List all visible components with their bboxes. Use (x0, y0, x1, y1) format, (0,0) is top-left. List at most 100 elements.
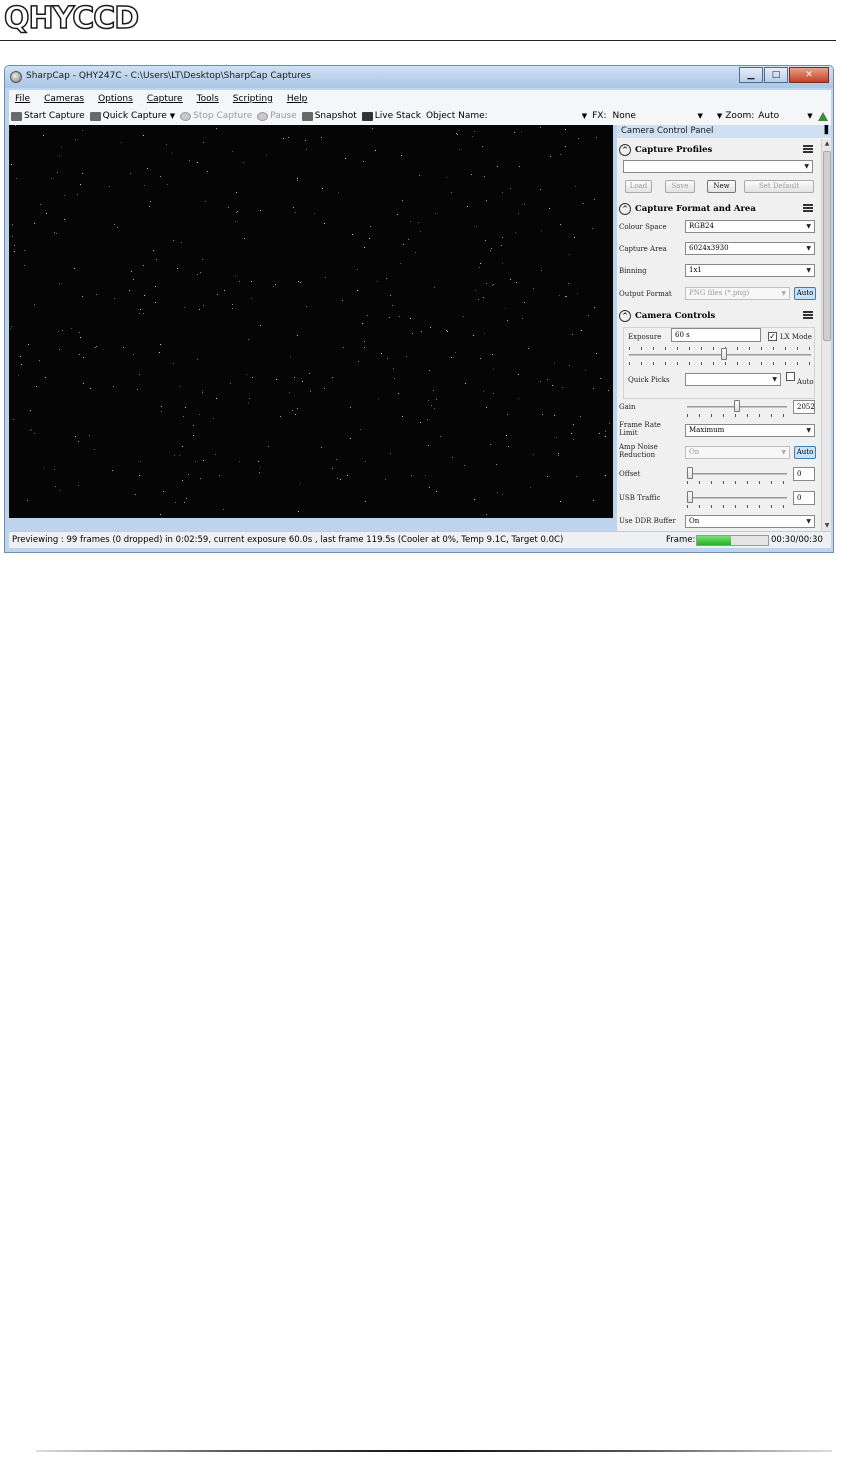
ddr-buffer-select[interactable]: On (685, 515, 815, 528)
exposure-input[interactable]: 60 s (671, 328, 761, 342)
output-format-auto-button[interactable]: Auto (794, 287, 816, 300)
star-point (459, 149, 460, 150)
quick-picks-auto-checkbox[interactable] (786, 372, 795, 381)
zoom-select[interactable]: Auto (758, 111, 804, 121)
close-button[interactable]: ✕ (789, 67, 829, 83)
camera-controls-header[interactable]: ^ Camera Controls (619, 308, 815, 324)
chevron-down-icon[interactable]: ▼ (807, 112, 812, 120)
star-point (139, 374, 140, 375)
star-point (594, 307, 595, 308)
menu-icon[interactable] (803, 204, 813, 212)
amp-noise-auto-button[interactable]: Auto (794, 446, 816, 459)
offset-input[interactable]: 0 (793, 467, 815, 481)
amp-noise-select[interactable]: On (685, 446, 790, 459)
histogram-icon[interactable] (817, 111, 828, 121)
image-preview[interactable] (9, 125, 613, 518)
menu-tools[interactable]: Tools (197, 94, 219, 104)
star-point (197, 162, 198, 163)
menu-cameras[interactable]: Cameras (44, 94, 84, 104)
star-point (556, 437, 557, 438)
output-format-select[interactable]: PNG files (*.png) (685, 287, 790, 300)
collapse-icon[interactable]: ^ (619, 310, 631, 322)
panel-scrollbar[interactable]: ▲ ▼ (821, 139, 831, 531)
usb-traffic-input[interactable]: 0 (793, 491, 815, 505)
menu-file[interactable]: File (15, 94, 30, 104)
capture-profiles-title: Capture Profiles (635, 145, 713, 155)
minimize-button[interactable]: ▁ (739, 67, 763, 83)
capture-area-select[interactable]: 6024x3930 (685, 242, 815, 255)
pause-button[interactable]: Pause (257, 111, 297, 121)
star-point (565, 129, 566, 130)
offset-slider-track[interactable] (687, 473, 787, 475)
colour-space-select[interactable]: RGB24 (685, 220, 815, 233)
scroll-thumb[interactable] (823, 151, 831, 341)
star-point (358, 361, 359, 362)
load-button[interactable]: Load (625, 180, 652, 193)
pin-icon[interactable]: ▐ (821, 125, 828, 135)
star-point (518, 374, 519, 375)
menu-icon[interactable] (803, 311, 813, 319)
gain-input[interactable]: 2052 (793, 400, 815, 414)
scroll-down-icon[interactable]: ▼ (822, 521, 831, 531)
star-point (275, 284, 276, 285)
star-point (549, 208, 550, 209)
quick-capture-button[interactable]: Quick Capture ▼ (89, 111, 175, 121)
title-bar[interactable]: SharpCap - QHY247C - C:\Users\LT\Desktop… (5, 66, 833, 88)
star-point (436, 399, 437, 400)
star-point (15, 125, 16, 126)
star-point (394, 378, 395, 379)
capture-format-header[interactable]: ^ Capture Format and Area (619, 201, 815, 217)
quick-picks-select[interactable] (685, 373, 781, 386)
stop-capture-button[interactable]: Stop Capture (180, 111, 252, 121)
object-name-input[interactable] (491, 110, 579, 122)
star-point (336, 459, 337, 460)
star-point (205, 201, 206, 202)
star-point (150, 201, 151, 202)
star-point (402, 416, 403, 417)
scroll-up-icon[interactable]: ▲ (822, 139, 831, 149)
chevron-down-icon[interactable]: ▼ (697, 112, 702, 120)
exposure-slider-thumb[interactable] (720, 348, 727, 360)
star-point (375, 150, 376, 151)
snapshot-button[interactable]: Snapshot (301, 111, 357, 121)
gain-slider-thumb[interactable] (734, 400, 740, 412)
collapse-icon[interactable]: ^ (619, 203, 631, 215)
menu-help[interactable]: Help (287, 94, 308, 104)
frame-rate-select[interactable]: Maximum (685, 424, 815, 437)
star-point (230, 383, 231, 384)
usb-traffic-slider-track[interactable] (687, 497, 787, 499)
star-point (207, 171, 208, 172)
maximize-button[interactable]: □ (764, 67, 788, 83)
star-point (173, 240, 174, 241)
star-point (83, 357, 84, 358)
start-capture-button[interactable]: Start Capture (11, 111, 85, 121)
menu-scripting[interactable]: Scripting (233, 94, 273, 104)
star-point (609, 423, 610, 424)
fx-select[interactable]: None (612, 111, 694, 121)
chevron-down-icon[interactable]: ▼ (582, 112, 587, 120)
chevron-down-icon[interactable]: ▼ (717, 112, 722, 120)
menu-capture[interactable]: Capture (147, 94, 183, 104)
chevron-down-icon[interactable]: ▼ (170, 112, 175, 120)
object-name-label: Object Name: (425, 111, 488, 121)
menu-icon[interactable] (803, 145, 813, 153)
star-point (189, 160, 190, 161)
star-point (486, 200, 487, 201)
binning-select[interactable]: 1x1 (685, 264, 815, 277)
star-point (185, 407, 186, 408)
profile-select[interactable] (623, 160, 813, 173)
set-default-button[interactable]: Set Default (744, 180, 814, 193)
star-point (420, 422, 421, 423)
star-point (573, 424, 574, 425)
star-point (510, 279, 511, 280)
offset-slider-thumb[interactable] (687, 467, 693, 479)
star-point (96, 346, 97, 347)
menu-options[interactable]: Options (98, 94, 133, 104)
lx-mode-checkbox[interactable]: ✓ (768, 332, 777, 341)
save-button[interactable]: Save (665, 180, 695, 193)
capture-profiles-header[interactable]: ^ Capture Profiles (619, 142, 815, 158)
new-button[interactable]: New (707, 180, 736, 193)
usb-traffic-slider-thumb[interactable] (687, 491, 693, 503)
live-stack-button[interactable]: Live Stack (361, 111, 421, 121)
collapse-icon[interactable]: ^ (619, 144, 631, 156)
